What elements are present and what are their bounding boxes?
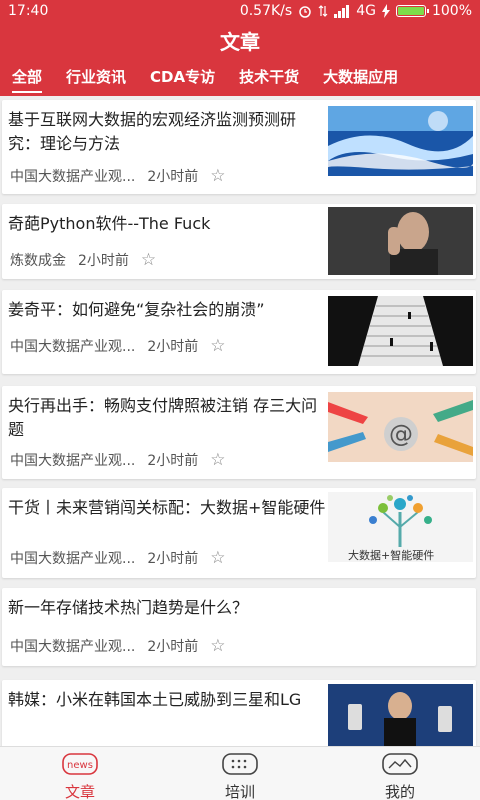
sync-icon xyxy=(318,5,328,17)
article-thumbnail xyxy=(328,296,473,366)
article-source: 中国大数据产业观... xyxy=(10,639,136,655)
profile-icon xyxy=(382,753,418,775)
tab-bigdata-apps[interactable]: 大数据应用 xyxy=(311,64,410,96)
article-title: 姜奇平：如何避免“复杂社会的崩溃” xyxy=(8,300,265,319)
nav-label: 文章 xyxy=(64,783,95,800)
calendar-icon xyxy=(222,753,258,775)
article-source: 中国大数据产业观... xyxy=(10,169,136,185)
article-source: 中国大数据产业观... xyxy=(10,551,136,567)
star-icon[interactable]: ☆ xyxy=(210,166,225,186)
article-time: 2小时前 xyxy=(78,253,129,269)
article-source: 中国大数据产业观... xyxy=(10,453,136,469)
nav-articles[interactable]: news 文章 xyxy=(0,747,160,800)
article-thumbnail xyxy=(328,684,473,746)
news-badge: news xyxy=(67,760,93,771)
article-title: 韩媒：小米在韩国本土已威胁到三星和LG xyxy=(8,690,302,709)
category-tabs: 全部 行业资讯 CDA专访 技术干货 大数据应用 xyxy=(0,64,480,96)
nav-training[interactable]: 培训 xyxy=(160,747,320,800)
nav-label: 培训 xyxy=(224,783,255,800)
article-thumbnail: 大数据+智能硬件 xyxy=(328,492,473,562)
article-title: 央行再出手：畅购支付牌照被注销 存三大问题 xyxy=(8,396,318,439)
star-icon[interactable]: ☆ xyxy=(210,548,225,568)
article-thumbnail: @ xyxy=(328,392,473,462)
star-icon[interactable]: ☆ xyxy=(141,250,156,270)
article-time: 2小时前 xyxy=(147,453,199,469)
list-item[interactable]: 韩媒：小米在韩国本土已威胁到三星和LG xyxy=(2,680,476,746)
article-thumbnail xyxy=(328,106,473,176)
page-title: 文章 xyxy=(220,30,260,54)
svg-text:@: @ xyxy=(389,420,413,448)
tab-industry-news[interactable]: 行业资讯 xyxy=(54,64,138,96)
bottom-nav: news 文章 培训 我的 xyxy=(0,746,480,800)
app-bar: 文章 xyxy=(0,24,480,64)
article-title: 干货丨未来营销闯关标配：大数据+智能硬件 xyxy=(8,498,326,517)
thumbnail-caption: 大数据+智能硬件 xyxy=(348,549,435,562)
star-icon[interactable]: ☆ xyxy=(210,336,225,356)
news-icon: news xyxy=(62,753,98,775)
star-icon[interactable]: ☆ xyxy=(210,636,225,656)
status-bar: 17:40 0.57K/s 4G 100% xyxy=(0,0,480,24)
list-item[interactable]: 新一年存储技术热门趋势是什么？ 中国大数据产业观... 2小时前 ☆ xyxy=(2,588,476,666)
tab-tech[interactable]: 技术干货 xyxy=(227,64,311,96)
list-item[interactable]: 干货丨未来营销闯关标配：大数据+智能硬件 中国大数据产业观... 2小时前 ☆ … xyxy=(2,488,476,578)
article-title: 基于互联网大数据的宏观经济监测预测研究：理论与方法 xyxy=(8,110,297,153)
article-time: 2小时前 xyxy=(147,551,199,567)
list-item[interactable]: 奇葩Python软件--The Fuck 炼数成金 2小时前 ☆ xyxy=(2,204,476,279)
charging-icon xyxy=(381,4,390,18)
network-type: 4G xyxy=(356,3,376,19)
list-item[interactable]: 姜奇平：如何避免“复杂社会的崩溃” 中国大数据产业观... 2小时前 ☆ xyxy=(2,290,476,374)
article-title: 奇葩Python软件--The Fuck xyxy=(8,214,211,233)
list-item[interactable]: 央行再出手：畅购支付牌照被注销 存三大问题 中国大数据产业观... 2小时前 ☆… xyxy=(2,386,476,479)
network-speed: 0.57K/s xyxy=(239,3,293,19)
article-source: 中国大数据产业观... xyxy=(10,339,136,355)
status-time: 17:40 xyxy=(8,3,49,19)
star-icon[interactable]: ☆ xyxy=(210,450,225,470)
tab-cda-interview[interactable]: CDA专访 xyxy=(138,64,227,96)
alarm-icon xyxy=(299,6,311,18)
article-thumbnail xyxy=(328,207,473,275)
article-time: 2小时前 xyxy=(147,339,199,355)
battery-icon xyxy=(395,5,429,17)
list-item[interactable]: 基于互联网大数据的宏观经济监测预测研究：理论与方法 中国大数据产业观... 2小… xyxy=(2,100,476,194)
article-time: 2小时前 xyxy=(147,169,199,185)
article-time: 2小时前 xyxy=(147,639,199,655)
nav-label: 我的 xyxy=(384,783,415,800)
tab-all[interactable]: 全部 xyxy=(0,64,54,96)
article-source: 炼数成金 xyxy=(10,253,66,269)
signal-icon xyxy=(334,5,350,18)
battery-percent: 100% xyxy=(431,3,472,19)
article-title: 新一年存储技术热门趋势是什么？ xyxy=(8,598,249,617)
article-feed[interactable]: 基于互联网大数据的宏观经济监测预测研究：理论与方法 中国大数据产业观... 2小… xyxy=(0,96,480,746)
nav-profile[interactable]: 我的 xyxy=(320,747,480,800)
